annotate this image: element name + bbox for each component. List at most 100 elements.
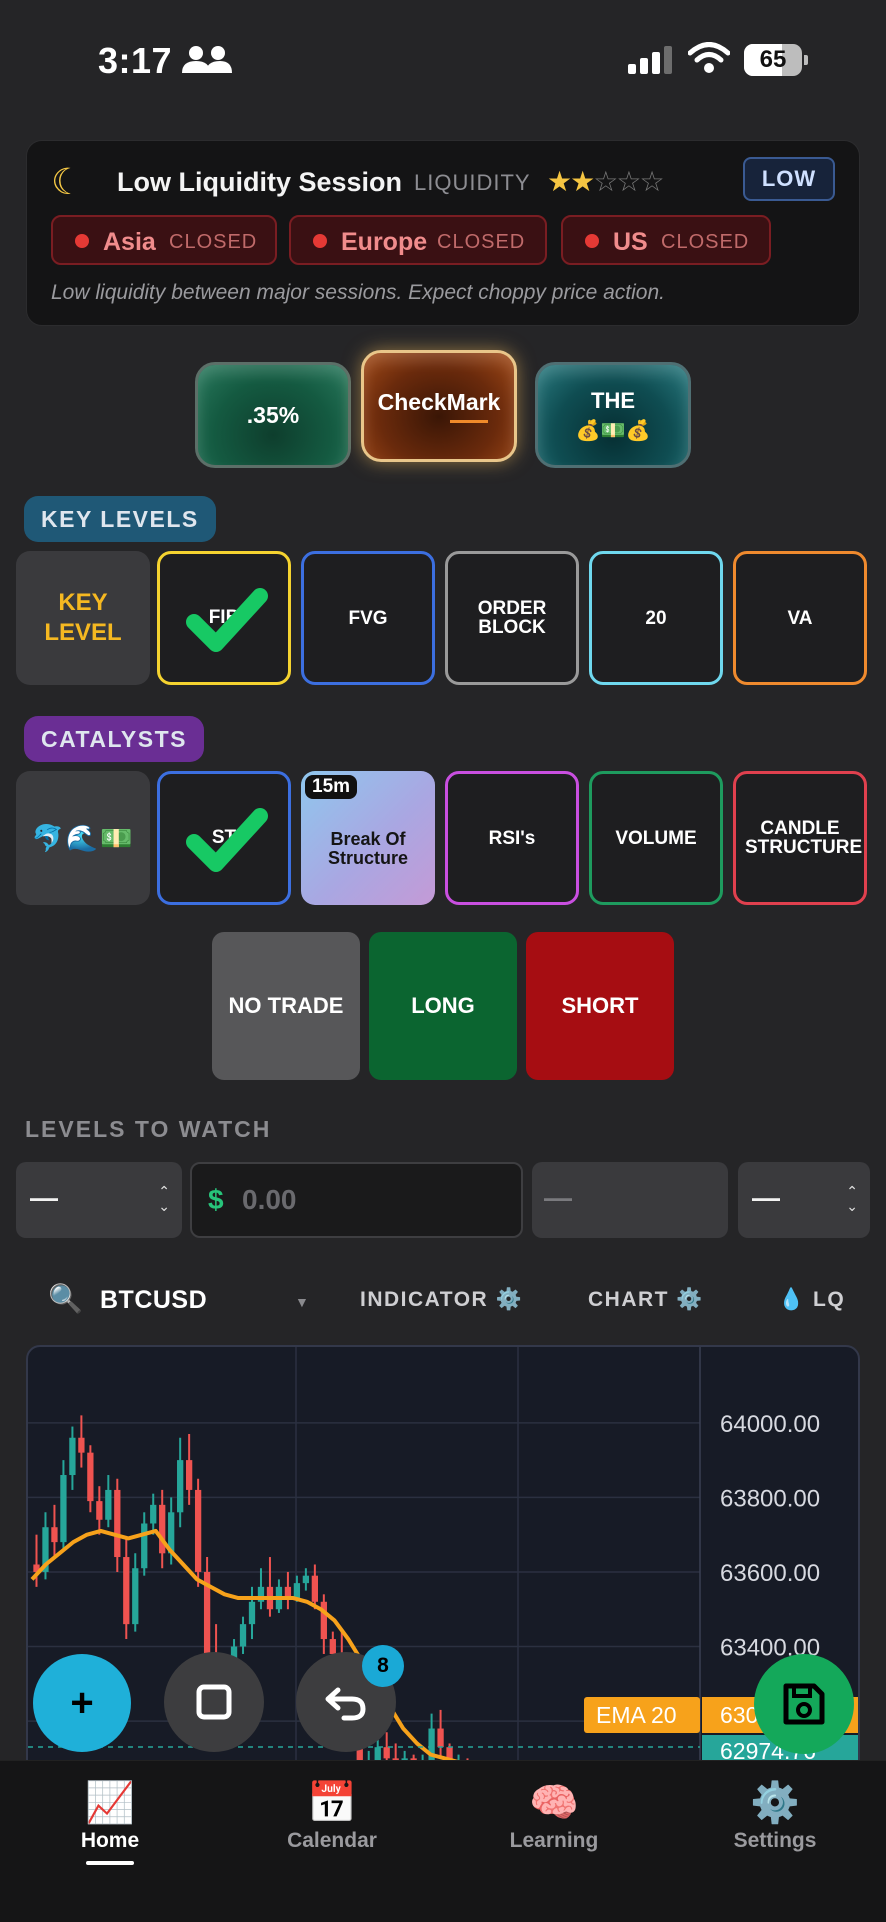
gem-label: THE: [591, 387, 635, 413]
y-tick-label: 63800.00: [720, 1485, 820, 1512]
candle-body: [239, 1624, 247, 1647]
tile-label: VOLUME: [615, 827, 697, 849]
closed-dot-icon: [313, 234, 327, 248]
save-button[interactable]: [754, 1654, 854, 1754]
chart-settings-button[interactable]: CHART ⚙️: [588, 1288, 704, 1312]
levels-to-watch-title: LEVELS TO WATCH: [25, 1116, 272, 1142]
brain-icon: 🧠: [529, 1781, 579, 1825]
st-tile[interactable]: ST: [157, 771, 291, 905]
chart-toolbar: 🔍 BTCUSD ▼ INDICATOR ⚙️ CHART ⚙️ 💧 LQ: [0, 1270, 886, 1330]
tile-label: FVG: [348, 607, 388, 629]
level-type-select-left[interactable]: — ⌃ ⌄: [16, 1162, 182, 1238]
tab-learning[interactable]: 🧠 Learning: [484, 1779, 624, 1853]
market-status: CLOSED: [437, 231, 526, 253]
session-title: Low Liquidity Session: [117, 167, 403, 197]
candle-body: [186, 1460, 193, 1490]
ema-label: EMA 20: [596, 1702, 677, 1728]
candle-body: [78, 1437, 85, 1453]
search-icon[interactable]: 🔍: [48, 1282, 83, 1315]
fib-tile[interactable]: FIB: [157, 551, 291, 685]
whale-tile[interactable]: 🐬🌊💵: [16, 771, 150, 905]
tile-label: ORDER BLOCK: [477, 598, 547, 638]
tile-label: VA: [787, 607, 813, 629]
gem-label: CheckMark: [377, 389, 501, 415]
select-value: —: [752, 1182, 780, 1213]
ema-20-tile[interactable]: 20: [589, 551, 723, 685]
tile-label: RSI's: [488, 827, 536, 849]
short-button[interactable]: SHORT: [526, 932, 674, 1080]
candle-body: [320, 1601, 327, 1640]
indicator-label: INDICATOR: [360, 1288, 489, 1311]
liquidity-button[interactable]: 💧 LQ: [778, 1288, 845, 1312]
market-asia: Asia CLOSED: [51, 215, 277, 265]
chart-increasing-icon: 📈: [85, 1781, 135, 1825]
market-europe: Europe CLOSED: [289, 215, 547, 265]
order-block-tile[interactable]: ORDER BLOCK: [445, 551, 579, 685]
fvg-tile[interactable]: FVG: [301, 551, 435, 685]
tab-label: Home: [80, 1829, 140, 1852]
chart-canvas[interactable]: 64000.0063800.0063600.0063400.0063200.00…: [28, 1347, 860, 1765]
closed-dot-icon: [585, 234, 599, 248]
candle-body: [383, 1747, 390, 1759]
floppy-disk-icon: [783, 1683, 825, 1725]
indicator-button[interactable]: INDICATOR ⚙️: [360, 1288, 523, 1312]
chevron-updown-icon: ⌃ ⌄: [846, 1183, 858, 1214]
price-input[interactable]: $ 0.00: [190, 1162, 523, 1238]
tab-label: Learning: [509, 1829, 599, 1852]
tab-home[interactable]: 📈 Home: [40, 1779, 180, 1865]
checkmark-icon: [186, 588, 268, 652]
candle-body: [437, 1728, 444, 1748]
chart-label: CHART: [588, 1288, 669, 1311]
break-of-structure-tile[interactable]: 15m Break Of Structure: [301, 771, 435, 905]
signal-icon: [628, 46, 672, 74]
market-status: CLOSED: [169, 231, 258, 253]
closed-dot-icon: [75, 234, 89, 248]
long-button[interactable]: LONG: [369, 932, 517, 1080]
y-tick-label: 64000.00: [720, 1411, 820, 1438]
tab-label: Calendar: [287, 1829, 377, 1852]
the-money-button[interactable]: THE 💰💵💰: [535, 362, 691, 468]
dropdown-caret-icon[interactable]: ▼: [295, 1294, 309, 1310]
risk-percent-button[interactable]: .35%: [195, 362, 351, 468]
battery-level: 65: [759, 46, 787, 73]
candle-body: [114, 1489, 121, 1558]
undo-count-badge: 8: [362, 1645, 404, 1687]
star-empty-icon: ☆: [639, 166, 664, 197]
star-empty-icon: ☆: [616, 166, 641, 197]
candle-body: [60, 1475, 67, 1543]
key-level-tile[interactable]: KEY LEVEL: [16, 551, 150, 685]
star-empty-icon: ☆: [593, 166, 618, 197]
stop-button[interactable]: [164, 1652, 264, 1752]
no-trade-button[interactable]: NO TRADE: [212, 932, 360, 1080]
tile-label: KEY LEVEL: [44, 589, 122, 646]
va-tile[interactable]: VA: [733, 551, 867, 685]
candle-body: [87, 1452, 94, 1502]
checkmark-icon: [186, 808, 268, 872]
tab-settings[interactable]: ⚙️ Settings: [705, 1779, 845, 1853]
tab-calendar[interactable]: 📅 Calendar: [262, 1779, 402, 1853]
candle-body: [248, 1601, 256, 1625]
rsi-tile[interactable]: RSI's: [445, 771, 579, 905]
droplet-icon: 💧: [778, 1288, 806, 1311]
liquidity-badge: LOW: [743, 157, 835, 201]
candle-body: [51, 1527, 58, 1543]
star-filled-icon: ★: [570, 166, 595, 197]
plus-icon: +: [70, 1680, 94, 1725]
market-name: Asia: [103, 228, 156, 256]
symbol-selector[interactable]: BTCUSD: [100, 1286, 207, 1315]
volume-tile[interactable]: VOLUME: [589, 771, 723, 905]
add-button[interactable]: +: [33, 1654, 131, 1752]
level-type-select-right[interactable]: — ⌃ ⌄: [738, 1162, 870, 1238]
price-placeholder: 0.00: [242, 1184, 297, 1215]
wifi-icon: [688, 42, 730, 73]
square-icon: [196, 1684, 232, 1720]
candle-body: [311, 1575, 318, 1602]
candle-body: [150, 1504, 157, 1524]
candle-body: [105, 1489, 112, 1520]
price-chart[interactable]: 64000.0063800.0063600.0063400.0063200.00…: [26, 1345, 860, 1765]
candle-structure-tile[interactable]: CANDLE STRUCTURE: [733, 771, 867, 905]
checkmark-button[interactable]: CheckMark: [361, 350, 517, 462]
market-name: US: [613, 228, 648, 256]
gear-icon: ⚙️: [676, 1288, 704, 1311]
secondary-level-input[interactable]: —: [532, 1162, 728, 1238]
